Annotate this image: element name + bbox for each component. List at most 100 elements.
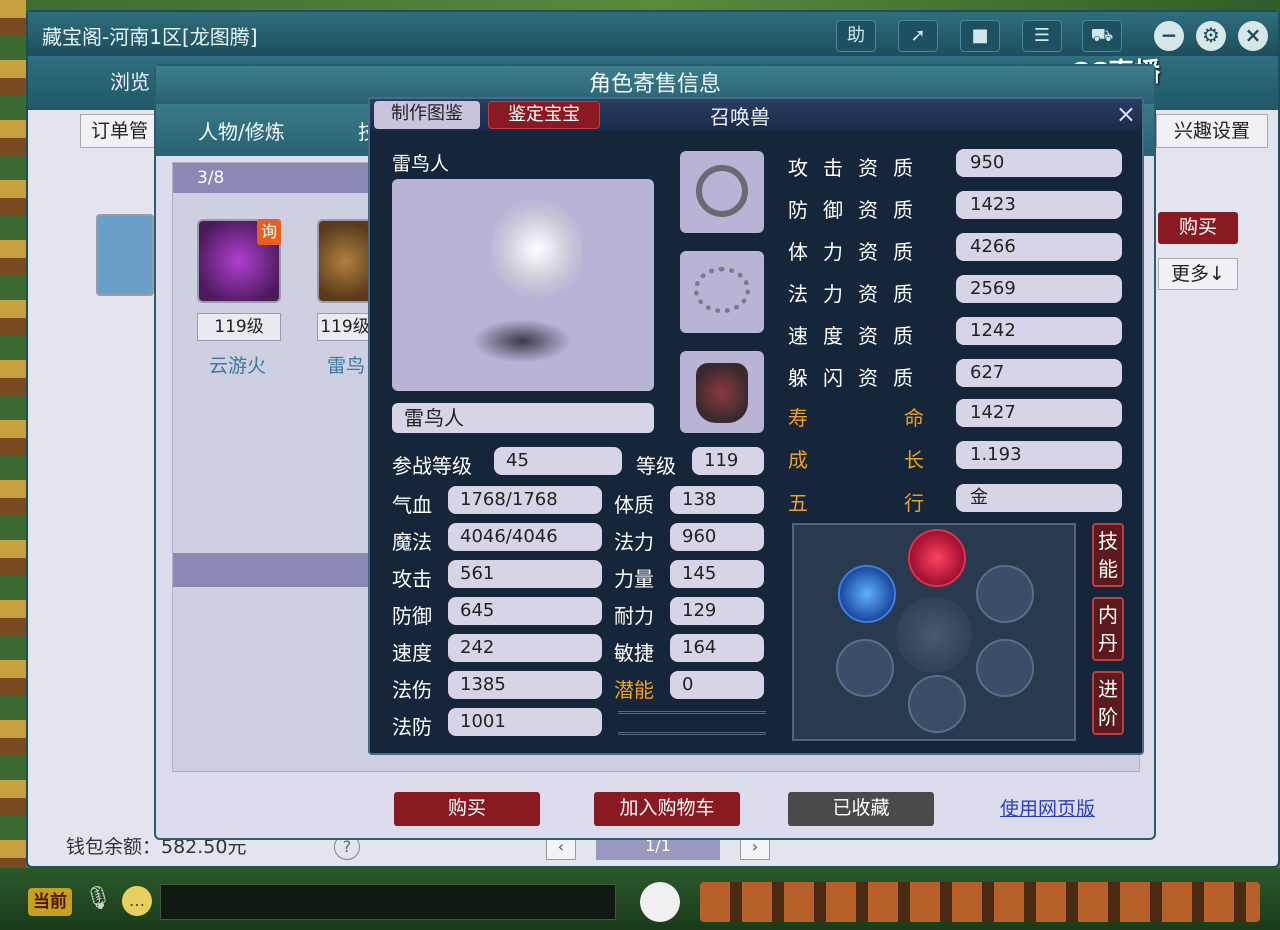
skill-slot-empty-2[interactable] (836, 639, 894, 697)
apt-label-attack: 攻击资质 (788, 156, 928, 180)
interest-settings-button[interactable]: 兴趣设置 (1156, 114, 1268, 148)
skill-panel (792, 523, 1076, 741)
stat-value-magic-damage: 1385 (448, 671, 602, 699)
inquiry-badge: 询 (257, 219, 281, 245)
microphone-icon[interactable]: 🎙 (84, 886, 112, 918)
stat-value-attack: 561 (448, 560, 602, 588)
stat-label-mp: 魔法 (392, 530, 432, 554)
help-button[interactable]: 助 (836, 20, 876, 52)
add-to-cart-button[interactable]: 加入购物车 (594, 792, 740, 826)
stop-icon[interactable]: ■ (960, 20, 1000, 52)
stat-value-endurance: 129 (670, 597, 764, 625)
stat-value-speed: 242 (448, 634, 602, 662)
stat-label-attack: 攻击 (392, 567, 432, 591)
minimize-icon[interactable]: − (1154, 21, 1184, 51)
stat-label-defense: 防御 (392, 604, 432, 628)
favorited-button[interactable]: 已收藏 (788, 792, 934, 826)
thunderbird-sprite (492, 199, 582, 299)
cart-icon[interactable]: ⛟ (1082, 20, 1122, 52)
pet-detail-dialog: 制作图鉴 鉴定宝宝 召唤兽 × 雷鸟人 雷鸟人 参战等级 45 等级 119 气… (368, 97, 1144, 755)
pet-level-1: 119级 (197, 313, 281, 341)
apt-value-stamina: 4266 (956, 233, 1122, 261)
stat-label-endurance: 耐力 (614, 604, 654, 628)
battle-level-label: 参战等级 (392, 454, 472, 478)
stat-label-magic-damage: 法伤 (392, 678, 432, 702)
apt-label-defense: 防御资质 (788, 198, 928, 222)
pet-shadow (472, 319, 572, 363)
tab-browse[interactable]: 浏览 (110, 66, 150, 95)
stat-value-defense: 645 (448, 597, 602, 625)
stat-label-magic: 法力 (614, 530, 654, 554)
apt-label-magic: 法力资质 (788, 282, 928, 306)
chat-bubble-icon[interactable]: … (122, 886, 152, 916)
share-icon[interactable]: ➚ (898, 20, 938, 52)
tab-advance[interactable]: 进阶 (1092, 671, 1124, 735)
skill-slot-empty-4[interactable] (908, 675, 966, 733)
store-titlebar: 藏宝阁-河南1区[龙图腾] 助 ➚ ■ ☰ ⛟ − ⚙ × (28, 12, 1278, 56)
tab-character-cultivation[interactable]: 人物/修炼 (198, 116, 285, 145)
chat-input[interactable] (160, 884, 616, 920)
apt-value-magic: 2569 (956, 275, 1122, 303)
necklace-icon (694, 267, 750, 313)
pet-name-1[interactable]: 云游火 (209, 351, 266, 378)
store-buy-button[interactable]: 购买 (1158, 212, 1238, 244)
stat-label-constitution: 体质 (614, 493, 654, 517)
tab-inner-elixir[interactable]: 内丹 (1092, 597, 1124, 661)
yin-yang-icon (896, 597, 972, 673)
close-icon[interactable]: × (1238, 21, 1268, 51)
apt-label-speed: 速度资质 (788, 324, 928, 348)
tab-skills-side[interactable]: 技能 (1092, 523, 1124, 587)
pet-dialog-title: 召唤兽 (710, 105, 770, 129)
skill-hotbar[interactable] (700, 882, 1260, 922)
stat-label-magic-defense: 法防 (392, 715, 432, 739)
channel-current-button[interactable]: 当前 (28, 888, 72, 916)
stat-value-magic-defense: 1001 (448, 708, 602, 736)
level-label: 等级 (636, 454, 676, 478)
stat-label-agility: 敏捷 (614, 641, 654, 665)
ring-icon (696, 165, 748, 217)
chat-icon[interactable]: ☰ (1022, 20, 1062, 52)
stat-label-potential: 潜能 (614, 678, 654, 702)
skill-slot-fire[interactable] (908, 529, 966, 587)
left-decor-strip (0, 0, 26, 930)
stat-label-strength: 力量 (614, 567, 654, 591)
stat-label-speed: 速度 (392, 641, 432, 665)
store-title: 藏宝阁-河南1区[龙图腾] (42, 25, 258, 49)
pet-card-2[interactable] (317, 219, 373, 303)
equip-slot-ring[interactable] (680, 151, 764, 233)
pet-name-label: 雷鸟人 (392, 153, 450, 175)
tab-make-catalog[interactable]: 制作图鉴 (374, 101, 480, 129)
battle-level-value: 45 (494, 447, 622, 475)
stat-value-constitution: 138 (670, 486, 764, 514)
stat-value-hp: 1768/1768 (448, 486, 602, 514)
pet-name-2[interactable]: 雷鸟 (327, 351, 365, 378)
equip-slot-armor[interactable] (680, 351, 764, 433)
section-divider (173, 553, 373, 587)
pet-portrait (392, 179, 654, 391)
web-version-link[interactable]: 使用网页版 (1000, 794, 1095, 821)
apt-label-stamina: 体力资质 (788, 240, 928, 264)
apt-label-dodge: 躲闪资质 (788, 366, 928, 390)
buy-button[interactable]: 购买 (394, 792, 540, 826)
pet-dialog-titlebar: 制作图鉴 鉴定宝宝 召唤兽 × (370, 99, 1142, 131)
pet-display-name: 雷鸟人 (392, 403, 654, 433)
tab-identify-pet[interactable]: 鉴定宝宝 (488, 101, 600, 129)
game-bottom-bar: 当前 🎙 … (0, 868, 1280, 930)
more-button[interactable]: 更多↓ (1158, 258, 1238, 290)
character-avatar[interactable] (96, 214, 154, 296)
stat-value-potential: 0 (670, 671, 764, 699)
mascot-icon[interactable] (640, 882, 680, 922)
lifespan-value: 1427 (956, 399, 1122, 427)
close-icon[interactable]: × (1116, 100, 1136, 128)
skill-slot-empty-3[interactable] (976, 639, 1034, 697)
skill-slot-water[interactable] (838, 565, 896, 623)
apt-value-attack: 950 (956, 149, 1122, 177)
settings-icon[interactable]: ⚙ (1196, 21, 1226, 51)
orders-button[interactable]: 订单管 (80, 114, 160, 148)
skill-slot-empty-1[interactable] (976, 565, 1034, 623)
stat-value-agility: 164 (670, 634, 764, 662)
armor-icon (696, 363, 748, 423)
level-value: 119 (692, 447, 764, 475)
decorative-border (618, 711, 766, 735)
equip-slot-necklace[interactable] (680, 251, 764, 333)
